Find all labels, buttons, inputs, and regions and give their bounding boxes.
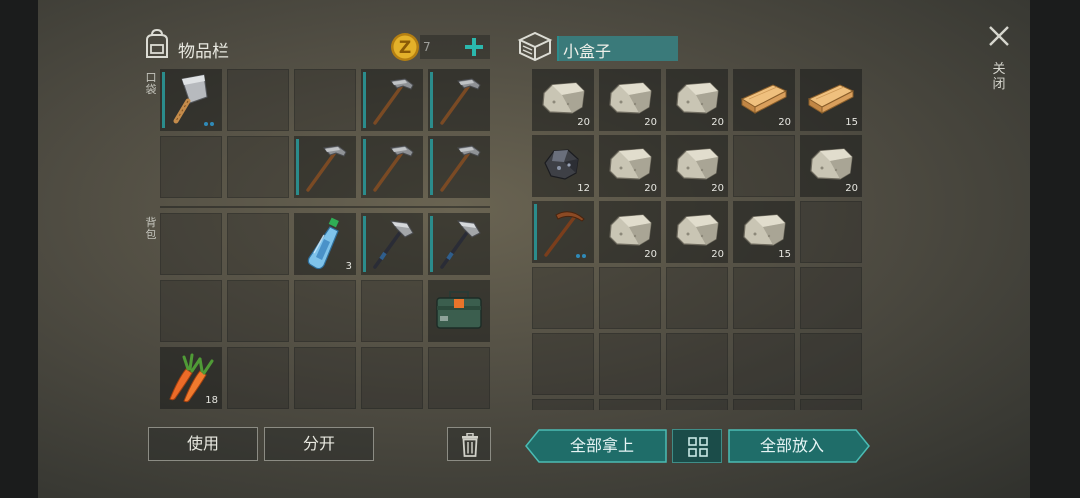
sort-icon — [688, 437, 708, 457]
container-slot[interactable] — [532, 399, 594, 410]
container-slot[interactable]: 12 — [532, 135, 594, 197]
container-slot[interactable] — [532, 201, 594, 263]
container-slot[interactable] — [800, 201, 862, 263]
container-grid: 20 20 20 20 15 12 20 20 20 20 20 15 — [0, 0, 1080, 410]
item-count: 15 — [845, 117, 858, 128]
durability-dots — [576, 254, 588, 258]
use-button[interactable]: 使用 — [148, 427, 258, 461]
put-all-label: 全部放入 — [759, 436, 824, 455]
container-slot[interactable] — [666, 333, 728, 395]
container-slot[interactable] — [666, 267, 728, 329]
container-slot[interactable] — [666, 399, 728, 410]
close-button[interactable]: 关闭 — [984, 22, 1014, 102]
item-count: 20 — [711, 183, 724, 194]
container-slot[interactable]: 20 — [599, 201, 661, 263]
item-count: 20 — [711, 117, 724, 128]
container-slot[interactable]: 15 — [733, 201, 795, 263]
container-slot[interactable] — [599, 399, 661, 410]
container-slot[interactable] — [599, 333, 661, 395]
container-slot[interactable]: 15 — [800, 69, 862, 131]
container-slot[interactable]: 20 — [532, 69, 594, 131]
container-slot[interactable]: 20 — [666, 201, 728, 263]
container-slot[interactable]: 20 — [599, 135, 661, 197]
container-slot[interactable]: 20 — [733, 69, 795, 131]
trash-icon — [462, 433, 478, 457]
container-slot[interactable]: 20 — [666, 69, 728, 131]
container-slot[interactable]: 20 — [666, 135, 728, 197]
container-slot[interactable] — [800, 399, 862, 410]
item-count: 20 — [845, 183, 858, 194]
container-slot[interactable] — [800, 267, 862, 329]
take-all-label: 全部拿上 — [569, 436, 634, 455]
container-slot[interactable] — [532, 267, 594, 329]
item-count: 20 — [644, 117, 657, 128]
item-count: 20 — [577, 117, 590, 128]
container-slot[interactable] — [733, 333, 795, 395]
game-screen: 物品栏 Z 7 口袋 背包 3 18 使用 分开 小盒子 20 20 20 20… — [0, 0, 1080, 498]
container-slot[interactable]: 20 — [800, 135, 862, 197]
close-label: 关闭 — [992, 62, 1006, 92]
take-all-button[interactable]: 全部拿上 — [525, 429, 667, 463]
container-slot[interactable] — [599, 267, 661, 329]
close-icon — [989, 26, 1009, 46]
container-slot[interactable] — [733, 135, 795, 197]
item-count: 20 — [711, 249, 724, 260]
item-count: 12 — [577, 183, 590, 194]
item-count: 20 — [644, 249, 657, 260]
split-button[interactable]: 分开 — [264, 427, 374, 461]
container-slot[interactable]: 20 — [599, 69, 661, 131]
container-slot[interactable] — [532, 333, 594, 395]
put-all-button[interactable]: 全部放入 — [728, 429, 870, 463]
item-count: 20 — [644, 183, 657, 194]
container-slot[interactable] — [733, 399, 795, 410]
item-count: 15 — [778, 249, 791, 260]
item-count: 20 — [778, 117, 791, 128]
sort-button[interactable] — [672, 429, 722, 463]
container-slot[interactable] — [800, 333, 862, 395]
durability-bar — [534, 204, 537, 260]
container-slot[interactable] — [733, 267, 795, 329]
trash-button[interactable] — [447, 427, 491, 461]
